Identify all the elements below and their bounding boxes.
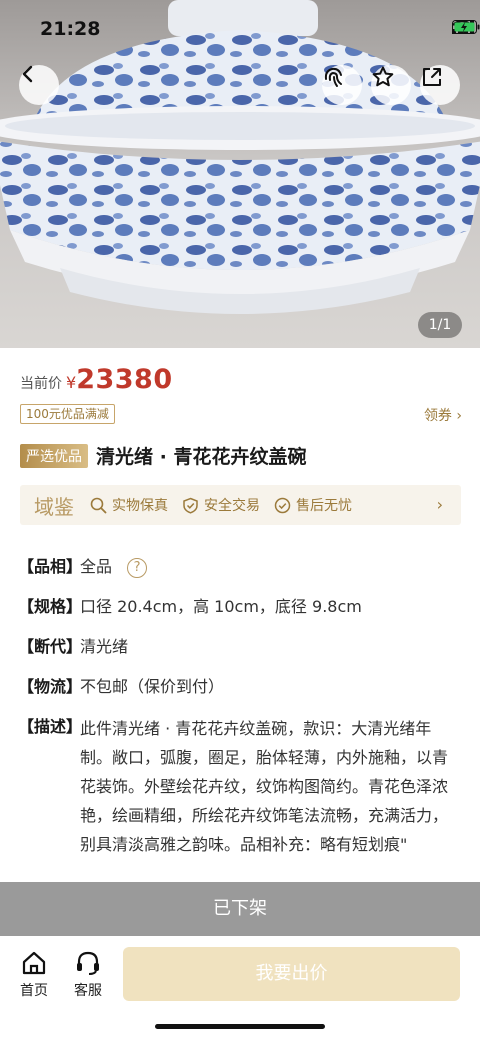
condition-value: 全品 (80, 557, 113, 576)
assurance-after-sale-label: 售后无忧 (296, 498, 352, 514)
assurance-brand-logo: 域鉴 (34, 494, 74, 519)
status-time: 21:28 (40, 18, 101, 40)
assurance-bar[interactable]: 域鉴 实物保真 安全交易 售后无忧 › (20, 485, 461, 525)
nav-customer-service[interactable]: 客服 (68, 950, 108, 1000)
spec-shipping: 【物流】 不包邮（保价到付） (18, 674, 458, 700)
status-bar: 21:28 (0, 0, 480, 60)
battery-charging-icon (452, 20, 480, 34)
nav-home-label: 首页 (20, 983, 48, 999)
assurance-safe-trade: 安全交易 (182, 495, 260, 515)
spec-value: 口径 20.4cm，高 10cm，底径 9.8cm (80, 597, 362, 616)
spec-condition: 【品相】 全品 ? (18, 554, 458, 580)
scan-hand-icon (324, 67, 342, 87)
product-image[interactable]: 21:28 1/1 (0, 0, 480, 348)
nav-home[interactable]: 首页 (14, 950, 54, 1000)
chevron-right-icon: › (436, 495, 443, 514)
spec-value: 清光绪 (80, 637, 129, 656)
price-currency: ¥ (66, 373, 77, 392)
spec-key: 【品相】 (18, 557, 83, 576)
home-icon (22, 951, 46, 975)
home-indicator (155, 1024, 325, 1029)
spec-list: 【品相】 全品 ? 【规格】 口径 20.4cm，高 10cm，底径 9.8cm… (18, 554, 458, 873)
assurance-authentic: 实物保真 (90, 495, 168, 515)
product-title-row: 严选优品 清光绪 · 青花花卉纹盖碗 (20, 442, 306, 469)
spec-key: 【断代】 (18, 637, 83, 656)
spec-value: 不包邮（保价到付） (80, 677, 225, 696)
nav-service-label: 客服 (74, 983, 102, 999)
favorite-button[interactable] (371, 65, 411, 105)
premium-badge: 严选优品 (20, 443, 88, 468)
spec-description: 【描述】 此件清光绪 · 青花花卉纹盖碗，款识：大清光绪年制。敞口，弧腹，圈足，… (18, 714, 458, 859)
shield-check-icon (183, 497, 198, 514)
price-row: 当前价 ¥ 23380 (20, 364, 173, 395)
spec-value: 此件清光绪 · 青花花卉纹盖碗，款识：大清光绪年制。敞口，弧腹，圈足，胎体轻薄，… (80, 719, 449, 854)
gallery-page-indicator: 1/1 (418, 312, 462, 338)
spec-value: 全品 ? (80, 554, 458, 580)
product-title: 清光绪 · 青花花卉纹盖碗 (96, 446, 307, 468)
price-label: 当前价 (20, 376, 62, 392)
assurance-after-sale: 售后无忧 (274, 495, 352, 515)
place-bid-button[interactable]: 我要出价 (123, 947, 460, 1001)
spec-key: 【物流】 (18, 677, 83, 696)
get-coupon-link[interactable]: 领券 › (424, 405, 462, 425)
help-icon[interactable]: ? (127, 557, 148, 578)
spec-key: 【描述】 (18, 717, 83, 736)
off-shelf-banner: 已下架 (0, 882, 480, 936)
assurance-safe-trade-label: 安全交易 (204, 498, 260, 514)
identify-button[interactable] (322, 65, 362, 105)
share-icon (423, 68, 441, 86)
coupon-tag: 100元优品满减 (20, 404, 115, 424)
chevron-left-icon (22, 65, 33, 83)
price-value: 23380 (76, 364, 173, 395)
assurance-authentic-label: 实物保真 (112, 498, 168, 514)
share-button[interactable] (420, 65, 460, 105)
spec-key: 【规格】 (18, 597, 83, 616)
spec-period: 【断代】 清光绪 (18, 634, 458, 660)
magnifier-icon (90, 497, 107, 513)
star-icon (372, 66, 394, 87)
headset-icon (77, 951, 99, 975)
back-button[interactable] (19, 65, 59, 105)
spec-size: 【规格】 口径 20.4cm，高 10cm，底径 9.8cm (18, 594, 458, 620)
bottom-bar: 首页 客服 我要出价 (0, 936, 480, 1039)
check-circle-icon (274, 497, 291, 513)
